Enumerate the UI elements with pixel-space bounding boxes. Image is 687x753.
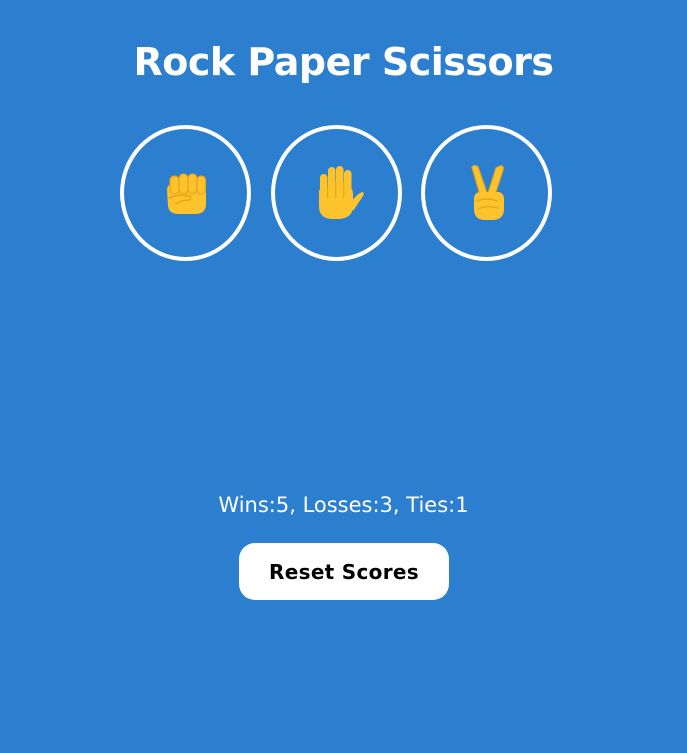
choice-buttons: [120, 125, 560, 267]
score-text: Wins:5, Losses:3, Ties:1: [218, 493, 469, 517]
victory-hand-icon: [470, 164, 504, 220]
scissors-button[interactable]: [421, 125, 552, 261]
reset-scores-button[interactable]: Reset Scores: [239, 543, 449, 600]
raised-hand-icon: [318, 166, 364, 219]
rock-button[interactable]: [120, 125, 251, 261]
raised-fist-icon: [166, 173, 206, 214]
paper-button[interactable]: [271, 125, 402, 261]
game-title: Rock Paper Scissors: [133, 40, 554, 84]
